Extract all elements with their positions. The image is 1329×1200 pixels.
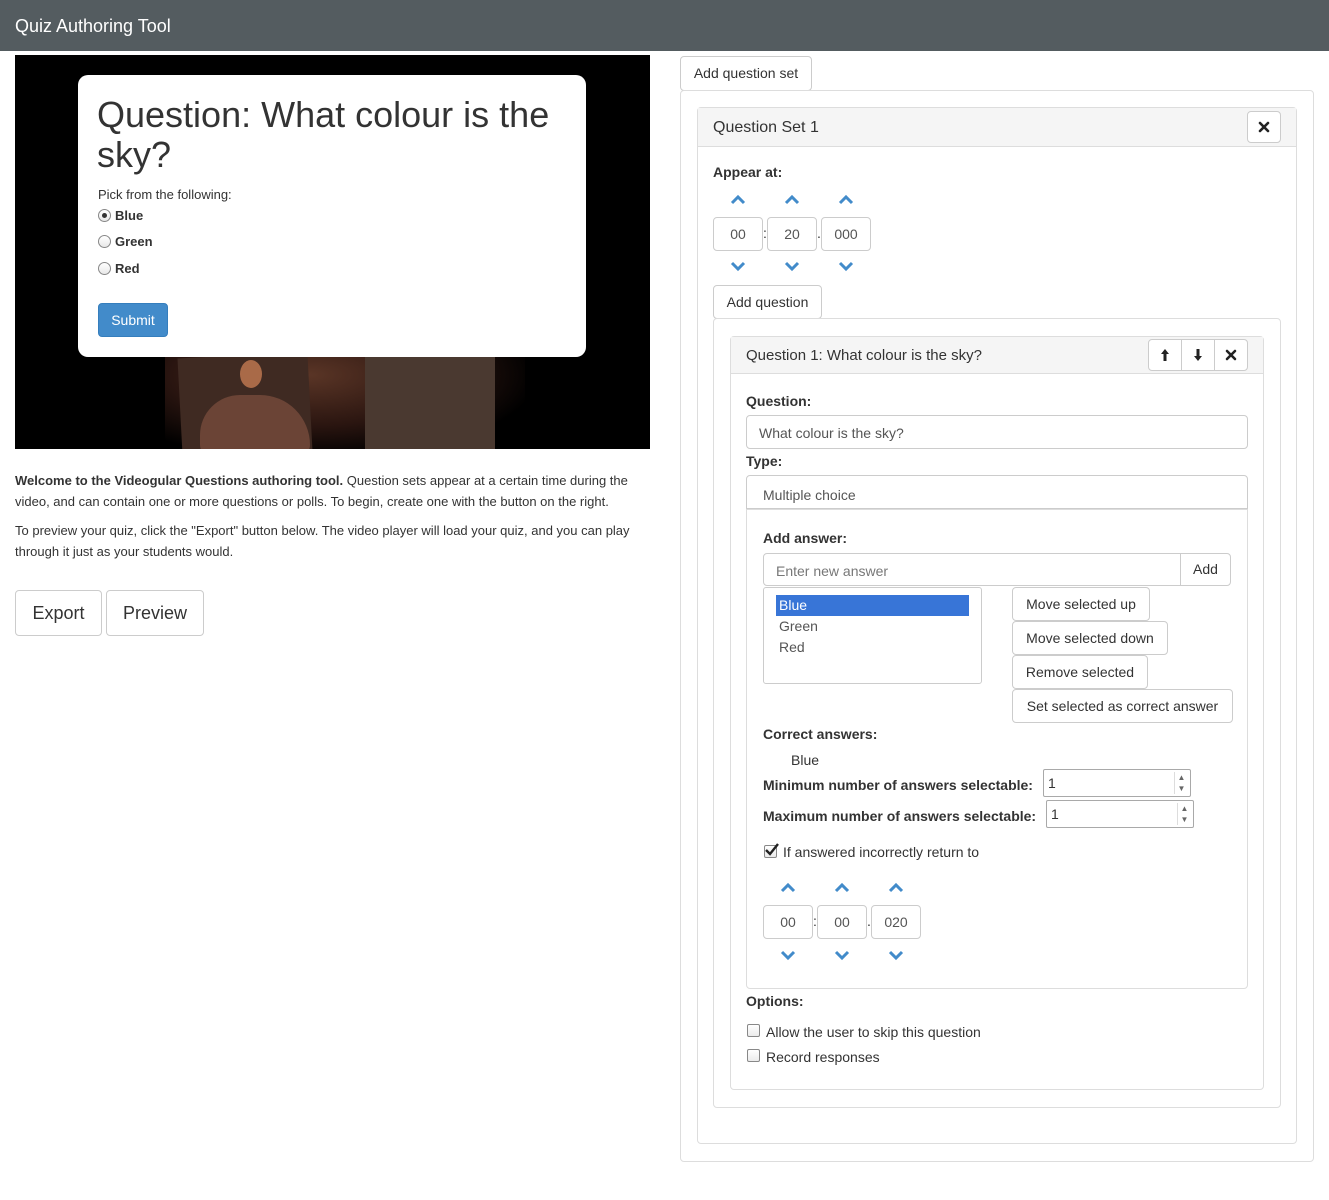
question-text-value: What colour is the sky? [759,425,904,441]
seconds-up-icon[interactable] [782,193,802,207]
question-overlay: Question: What colour is the sky? Pick f… [78,75,586,357]
question-title: Question 1: What colour is the sky? [746,347,982,364]
add-answer-label: Add answer: [763,530,848,546]
return-label: If answered incorrectly return to [783,844,980,860]
appear-minutes-input[interactable]: 00 [713,217,763,251]
radio-icon[interactable] [98,261,111,275]
move-selected-down-button[interactable]: Move selected down [1012,621,1168,655]
overlay-question-title: Question: What colour is the sky? [97,94,550,175]
arrow-up-icon [1161,349,1169,361]
return-seconds-input[interactable]: 00 [817,905,867,939]
spinner-arrows-icon[interactable]: ▲ ▼ [1174,772,1188,794]
min-answers-label: Minimum number of answers selectable: [763,777,1033,793]
options-label: Options: [746,993,804,1009]
return-millis-up-icon[interactable] [886,881,906,895]
close-icon [1258,121,1270,133]
return-minutes-input[interactable]: 00 [763,905,813,939]
top-navbar: Quiz Authoring Tool [0,0,1329,51]
intro-preview: To preview your quiz, click the "Export"… [15,523,630,559]
seconds-down-icon[interactable] [782,259,802,273]
overlay-submit-button[interactable]: Submit [98,303,168,337]
question-text-input[interactable]: What colour is the sky? [746,415,1248,449]
question-set-header: Question Set 1 [698,108,1296,147]
answer-option[interactable]: Red [776,637,969,658]
move-question-down-button[interactable] [1181,339,1215,371]
app-title: Quiz Authoring Tool [15,16,171,36]
delete-question-button[interactable] [1214,339,1248,371]
return-seconds-down-icon[interactable] [832,948,852,962]
video-frame-flame [240,360,262,388]
type-label: Type: [746,453,783,469]
skip-question-label: Allow the user to skip this question [766,1024,981,1040]
min-answers-input[interactable]: 1 ▲ ▼ [1043,769,1191,797]
overlay-prompt: Pick from the following: [98,187,232,202]
millis-up-icon[interactable] [836,193,856,207]
overlay-option-green[interactable]: Green [98,232,153,250]
close-icon [1225,349,1237,361]
intro-text: Welcome to the Videogular Questions auth… [15,471,645,571]
minutes-up-icon[interactable] [728,193,748,207]
return-minutes-down-icon[interactable] [778,948,798,962]
appear-at-label: Appear at: [713,164,783,180]
arrow-down-icon [1194,349,1202,361]
close-question-set-button[interactable] [1247,111,1281,143]
checkmark-icon [765,843,779,856]
return-millis-down-icon[interactable] [886,948,906,962]
export-button[interactable]: Export [15,590,102,636]
remove-selected-button[interactable]: Remove selected [1012,655,1148,689]
question-set-title: Question Set 1 [713,119,819,136]
preview-button[interactable]: Preview [106,590,204,636]
move-selected-up-button[interactable]: Move selected up [1012,587,1150,621]
max-answers-label: Maximum number of answers selectable: [763,808,1037,824]
answers-listbox[interactable]: Blue Green Red [763,587,982,684]
return-millis-input[interactable]: 020 [871,905,921,939]
return-checkbox[interactable] [764,843,779,858]
minutes-down-icon[interactable] [728,259,748,273]
spinner-arrows-icon[interactable]: ▲ ▼ [1177,803,1191,825]
return-seconds-up-icon[interactable] [832,881,852,895]
correct-answer-item: Blue [791,752,820,768]
overlay-option-label: Blue [115,207,144,223]
return-minutes-up-icon[interactable] [778,881,798,895]
type-select[interactable]: Multiple choice [746,475,1248,509]
new-answer-input[interactable]: Enter new answer [763,553,1181,586]
max-answers-input[interactable]: 1 ▲ ▼ [1046,800,1194,828]
question-header: Question 1: What colour is the sky? [731,337,1263,374]
min-answers-value: 1 [1048,775,1056,791]
overlay-option-label: Red [115,260,140,276]
add-answer-button[interactable]: Add [1180,553,1231,586]
add-question-set-button[interactable]: Add question set [680,56,812,91]
video-player[interactable]: Question: What colour is the sky? Pick f… [15,55,650,449]
correct-answers-label: Correct answers: [763,726,878,742]
record-responses-label: Record responses [766,1049,880,1065]
answer-option[interactable]: Green [776,616,969,637]
add-question-button[interactable]: Add question [713,285,822,319]
record-responses-checkbox[interactable] [747,1049,760,1062]
type-select-value: Multiple choice [763,487,856,503]
new-answer-placeholder: Enter new answer [776,563,889,579]
overlay-option-red[interactable]: Red [98,259,140,277]
radio-selected-icon[interactable] [98,208,111,222]
overlay-option-blue[interactable]: Blue [98,206,143,224]
max-answers-value: 1 [1051,806,1059,822]
set-correct-answer-button[interactable]: Set selected as correct answer [1012,689,1233,723]
intro-welcome: Welcome to the Videogular Questions auth… [15,471,645,512]
millis-down-icon[interactable] [836,259,856,273]
radio-icon[interactable] [98,234,111,248]
overlay-option-label: Green [115,233,153,249]
video-frame-paper [365,355,495,449]
intro-welcome-bold: Welcome to the Videogular Questions auth… [15,473,344,488]
appear-millis-input[interactable]: 000 [821,217,871,251]
question-label: Question: [746,393,812,409]
appear-seconds-input[interactable]: 20 [767,217,817,251]
answer-option-selected[interactable]: Blue [776,595,969,616]
move-question-up-button[interactable] [1148,339,1182,371]
skip-question-checkbox[interactable] [747,1024,760,1037]
